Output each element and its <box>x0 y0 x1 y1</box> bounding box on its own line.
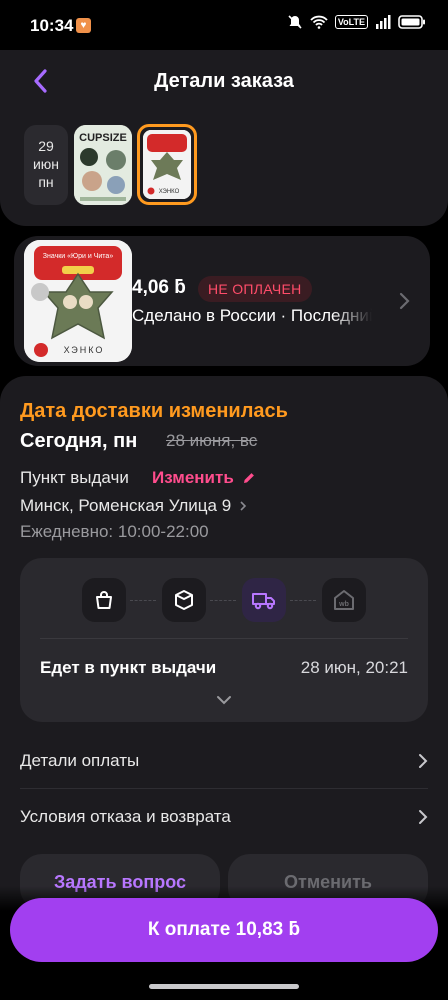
date-chip[interactable]: 29 июн пн <box>24 125 68 205</box>
return-policy-row[interactable]: Условия отказа и возврата <box>20 790 428 844</box>
old-delivery-date: 28 июня, вс <box>166 431 258 450</box>
thumbnail-cupsize[interactable]: CUPSIZE <box>74 125 132 205</box>
new-delivery-date: Сегодня, пн <box>20 430 138 452</box>
pay-button[interactable]: К оплате 10,83 ƃ <box>10 898 438 962</box>
chevron-right-icon <box>419 754 428 768</box>
box-icon <box>175 590 193 610</box>
truck-icon <box>252 593 275 610</box>
mute-icon <box>288 15 302 29</box>
status-time: 10:34 <box>30 16 74 35</box>
pickup-address-text: Минск, Роменская Улица 9 <box>20 496 232 515</box>
pickup-address[interactable]: Минск, Роменская Улица 9 <box>20 496 247 516</box>
change-pickup-label: Изменить <box>152 468 234 487</box>
order-header-card: Детали заказа 29 июн пн CUPSIZE ХЭНКО <box>0 50 448 226</box>
product-price: 4,06 ƃ <box>132 277 186 298</box>
product-image-title: Значки «Юри и Чита» <box>43 253 114 260</box>
battery-icon <box>398 15 425 29</box>
bag-icon <box>96 591 112 609</box>
date-chip-day: 29 <box>38 138 54 154</box>
pickup-point-icon: wb <box>334 590 354 610</box>
thumbnail-cupsize-image: CUPSIZE <box>74 125 132 205</box>
wifi-icon <box>310 15 328 29</box>
row-divider <box>20 788 428 789</box>
pickup-label: Пункт выдачи <box>20 468 129 487</box>
thumbnail-henko-image: ХЭНКО <box>143 130 191 199</box>
product-origin: Сделано в России · Последний <box>132 306 372 326</box>
product-image-brand: ХЭНКО <box>64 345 105 355</box>
date-chip-weekday: пн <box>38 174 54 190</box>
delivery-tracker[interactable]: wb Едет в пункт выдачи 28 июн, 20:21 <box>20 558 428 722</box>
step-connector <box>130 600 156 601</box>
home-indicator[interactable] <box>149 984 299 989</box>
date-chip-month: июн <box>32 156 60 172</box>
thumbnail-henko-label: ХЭНКО <box>159 189 180 195</box>
svg-text:wb: wb <box>338 601 349 608</box>
pickup-hours: Ежедневно: 10:00-22:00 <box>20 522 209 541</box>
tracker-divider <box>40 638 408 639</box>
product-card[interactable]: Значки «Юри и Чита» ХЭНКО 4,06 ƃ НЕ ОПЛА… <box>14 236 430 366</box>
chevron-right-icon <box>240 501 247 511</box>
chevron-right-icon <box>419 810 428 824</box>
pencil-icon <box>243 473 254 483</box>
return-policy-label: Условия отказа и возврата <box>20 807 231 826</box>
chevron-right-icon <box>399 292 410 310</box>
status-badge: НЕ ОПЛАЧЕН <box>198 276 312 302</box>
thumbnail-selected[interactable]: ХЭНКО <box>137 124 197 205</box>
payment-details-row[interactable]: Детали оплаты <box>20 734 428 788</box>
status-icons: VoLTE <box>287 14 426 30</box>
notification-icon: ♥ <box>76 18 91 33</box>
tracker-status: Едет в пункт выдачи <box>40 658 217 677</box>
step-pickup-point: wb <box>322 578 366 622</box>
payment-details-label: Детали оплаты <box>20 751 140 770</box>
change-pickup-link[interactable]: Изменить <box>152 468 256 488</box>
step-in-transit <box>242 578 286 622</box>
page-title: Детали заказа <box>154 70 294 92</box>
thumbnail-cupsize-label: CUPSIZE <box>79 132 127 144</box>
volte-icon: VoLTE <box>334 15 368 29</box>
product-image: Значки «Юри и Чита» ХЭНКО <box>24 240 132 362</box>
step-packed <box>162 578 206 622</box>
status-bar: 10:34 ♥ VoLTE <box>0 0 448 50</box>
date-changed-label: Дата доставки изменилась <box>20 400 288 422</box>
chevron-down-icon[interactable] <box>216 694 232 706</box>
signal-icon <box>376 15 391 29</box>
tracker-date: 28 июн, 20:21 <box>300 658 408 677</box>
step-connector <box>210 600 236 601</box>
step-connector <box>290 600 316 601</box>
step-ordered <box>82 578 126 622</box>
